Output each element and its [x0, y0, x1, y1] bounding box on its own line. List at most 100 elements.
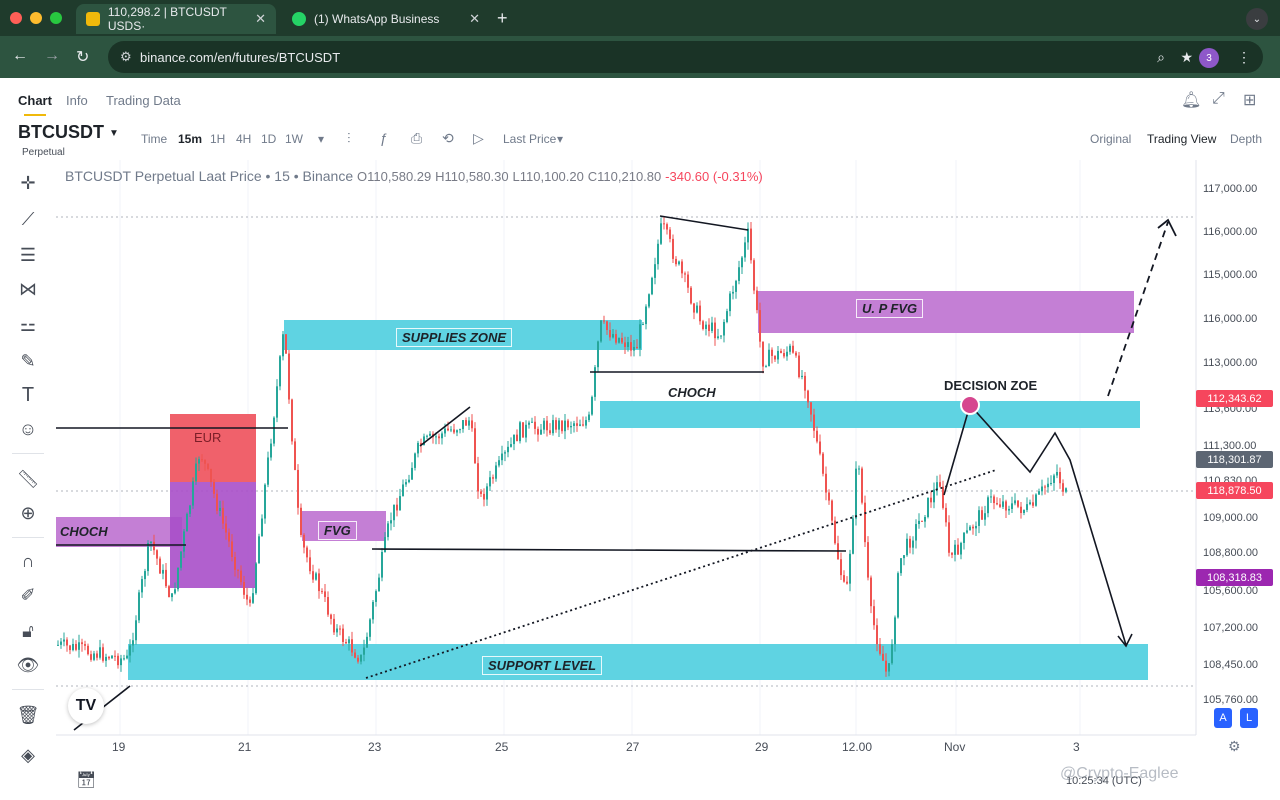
candle-body [786, 351, 788, 357]
candle-body [453, 429, 455, 433]
calendar-icon[interactable]: 📅︎ [76, 770, 96, 790]
candle-body [834, 520, 836, 544]
candle-body [642, 324, 644, 326]
legend-high: H110,580.30 [435, 169, 509, 184]
candle-body [738, 267, 740, 281]
legend-open: O110,580.29 [357, 169, 432, 184]
price-tick: 108,450.00 [1203, 659, 1259, 671]
settings-icon[interactable]: ⚙ [1228, 738, 1241, 755]
candle-body [618, 337, 620, 343]
candle-body [912, 540, 914, 548]
candle-body [429, 433, 431, 436]
candle-body [939, 482, 941, 487]
candle-body [681, 261, 683, 274]
candle-body [210, 468, 212, 483]
time-tick: 27 [626, 740, 640, 754]
candle-body [378, 577, 380, 592]
candle-body [393, 504, 395, 521]
legend-title: BTCUSDT Perpetual Laat Price • 15 • Bina… [65, 168, 354, 184]
candle-body [435, 436, 437, 438]
candle-body [564, 420, 566, 432]
candle-body [399, 496, 401, 511]
candle-body [687, 274, 689, 288]
time-tick: 21 [238, 740, 252, 754]
support-level-label: SUPPORT LEVEL [482, 656, 603, 675]
candle-body [840, 559, 842, 576]
candle-body [813, 414, 815, 431]
time-tick: Nov [944, 740, 966, 754]
candle-body [507, 446, 509, 453]
price-tick: 107,200.00 [1203, 622, 1259, 634]
candle-body [672, 238, 674, 259]
price-badge-decision: 112,343.62 [1196, 390, 1273, 407]
candle-body [867, 542, 869, 578]
candle-body [894, 617, 896, 645]
candle-body [1002, 501, 1004, 507]
candle-body [921, 520, 923, 522]
candle-body [60, 641, 62, 645]
candle-body [780, 350, 782, 354]
candle-body [720, 335, 722, 337]
candle-body [1065, 488, 1067, 492]
candle-body [714, 322, 716, 339]
candle-body [78, 642, 80, 650]
decision-zone [600, 401, 1140, 428]
up-fvg-label: U. P FVG [856, 299, 924, 318]
candle-body [1041, 486, 1043, 492]
candle-body [936, 482, 938, 490]
decision-zone-label: DECISION ZOE [944, 378, 1038, 393]
candle-body [309, 557, 311, 572]
price-badge-crosshair: 118,301.87 [1196, 451, 1273, 468]
candle-body [801, 375, 803, 378]
candle-body [168, 586, 170, 598]
candle-body [480, 491, 482, 494]
candle-body [129, 645, 131, 656]
candle-body [249, 599, 251, 603]
candle-body [1038, 491, 1040, 495]
candle-body [408, 479, 410, 483]
candle-body [843, 575, 845, 582]
candle-body [585, 420, 587, 426]
candle-body [609, 330, 611, 338]
candle-body [477, 463, 479, 492]
candle-body [474, 428, 476, 464]
candle-body [192, 481, 194, 506]
candle-body [744, 242, 746, 258]
candle-body [468, 420, 470, 426]
candle-body [975, 525, 977, 529]
candle-body [291, 399, 293, 442]
candle-body [657, 243, 659, 265]
candle-body [1059, 471, 1061, 484]
candle-body [201, 459, 203, 461]
candle-body [573, 423, 575, 426]
tradingview-logo[interactable]: TV [68, 688, 104, 724]
candle-body [438, 436, 440, 439]
candle-body [300, 507, 302, 535]
candle-body [669, 229, 671, 239]
candle-body [588, 414, 590, 421]
candle-body [108, 656, 110, 659]
candle-body [789, 345, 791, 352]
candle-body [267, 457, 269, 485]
supplies-zone-label: SUPPLIES ZONE [396, 328, 513, 347]
candle-body [951, 552, 953, 555]
candle-body [297, 469, 299, 508]
order-block-zone [170, 482, 256, 588]
candle-body [963, 532, 965, 543]
price-chart[interactable] [0, 0, 1280, 800]
candle-body [159, 558, 161, 574]
log-scale-button[interactable]: L [1240, 708, 1258, 728]
candle-body [288, 353, 290, 400]
time-tick: 12.00 [842, 740, 873, 754]
candle-body [375, 591, 377, 602]
candle-body [222, 507, 224, 524]
candle-body [342, 628, 344, 642]
candle-body [285, 334, 287, 354]
candle-body [510, 444, 512, 447]
candle-body [258, 536, 260, 564]
candle-body [633, 346, 635, 351]
auto-scale-button[interactable]: A [1214, 708, 1232, 728]
candle-body [1005, 501, 1007, 511]
candle-body [198, 459, 200, 464]
candle-body [765, 366, 767, 368]
